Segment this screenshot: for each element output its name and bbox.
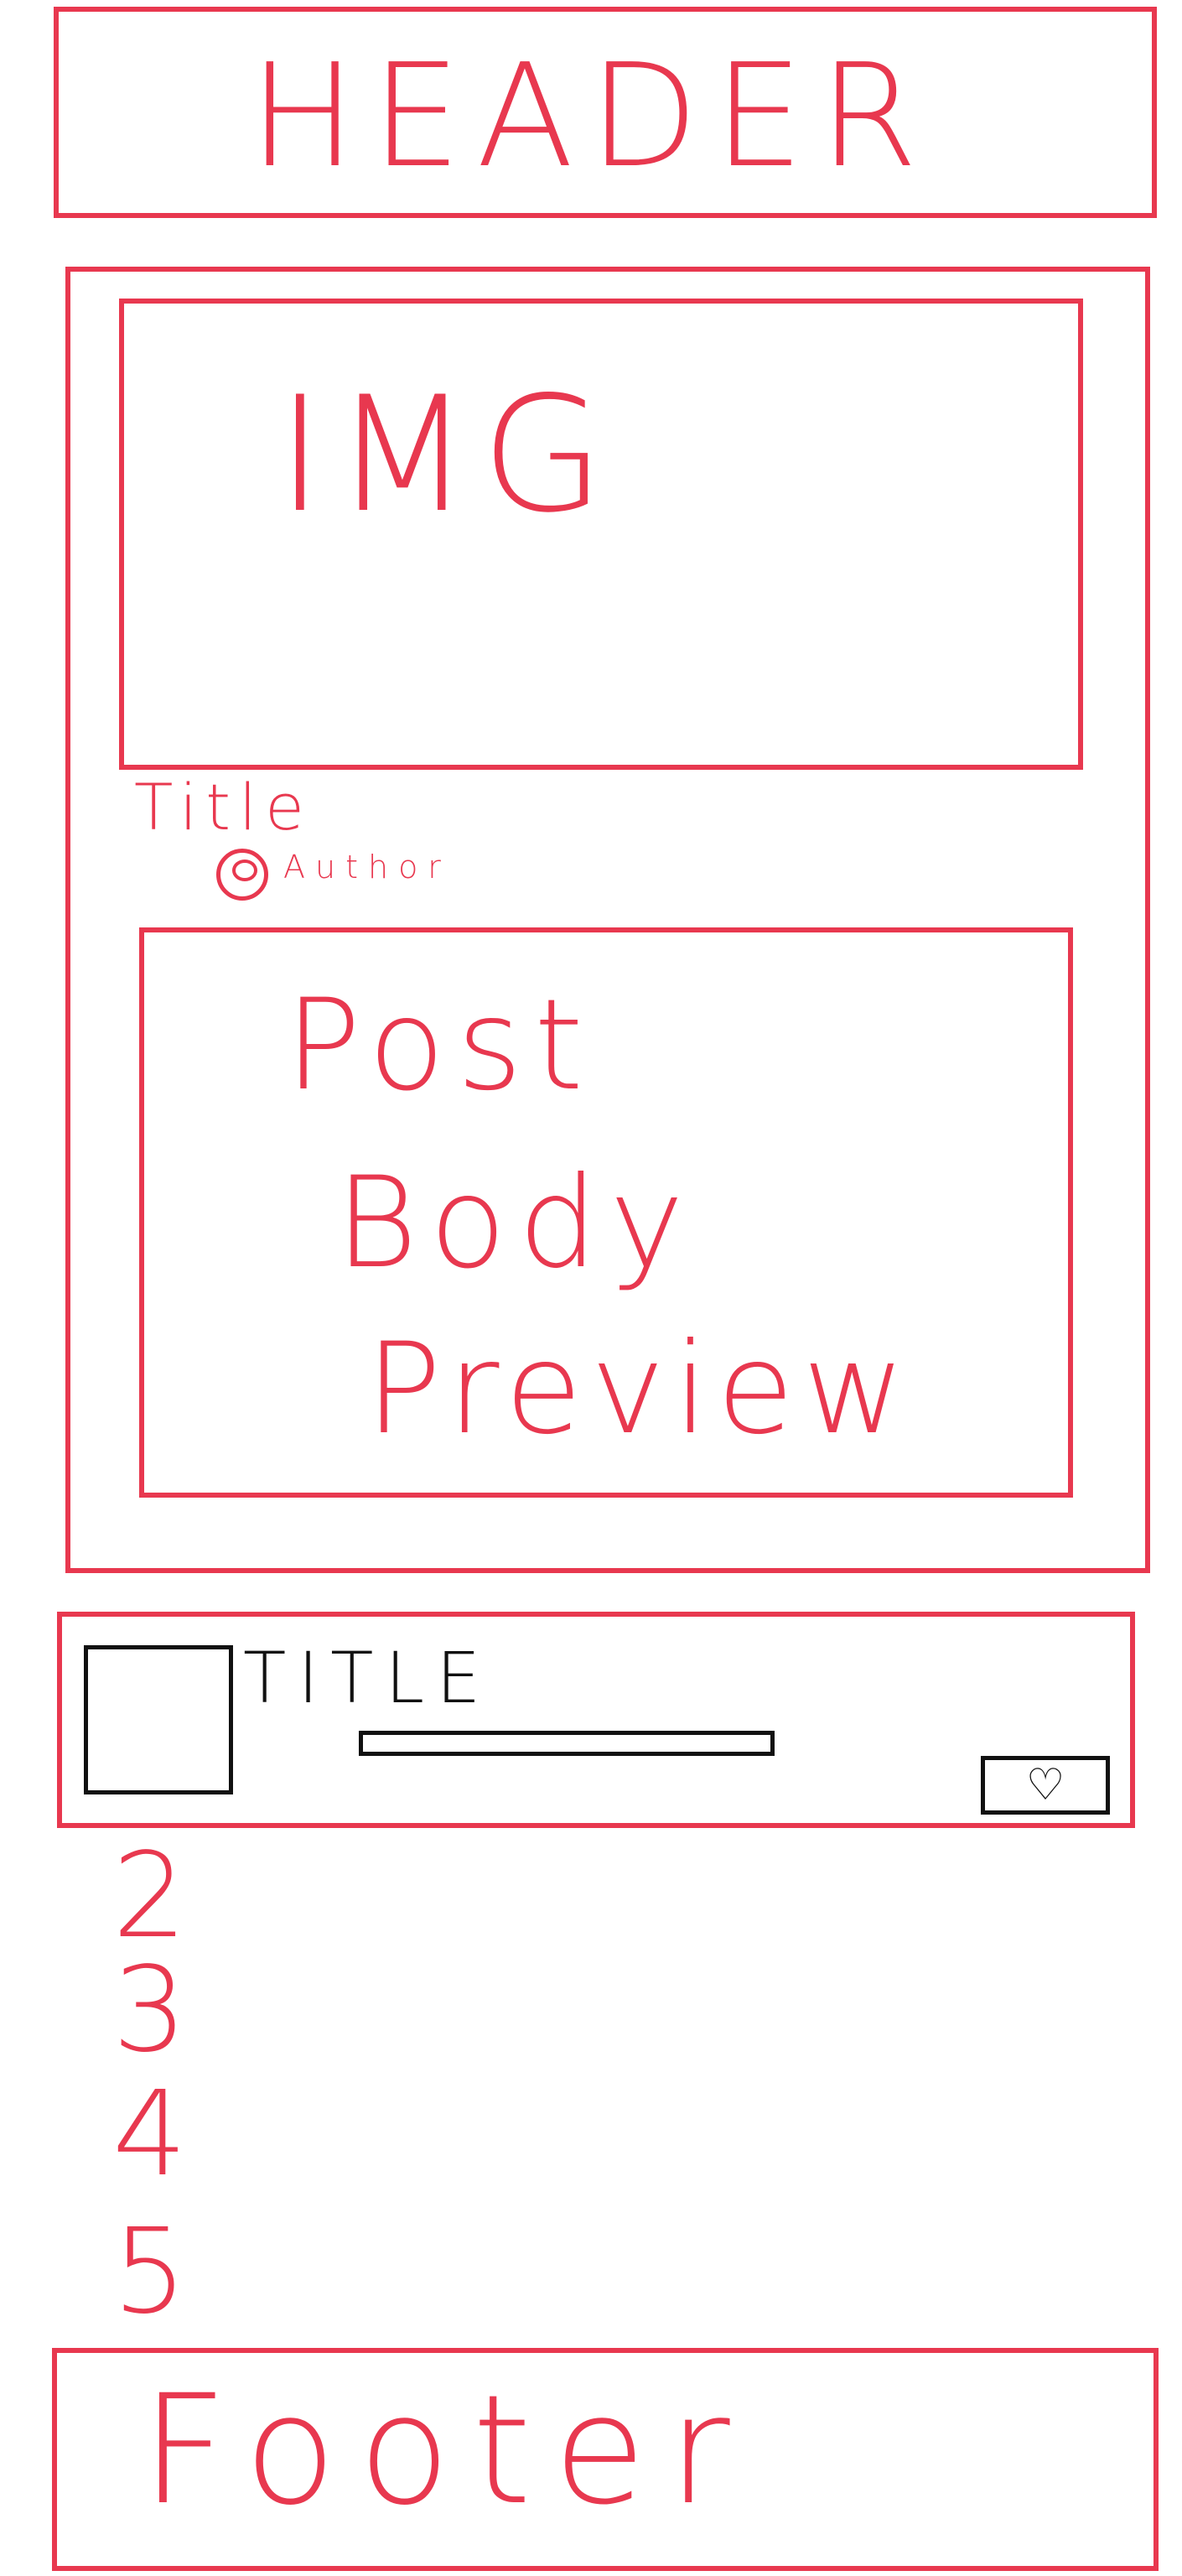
list-item-number[interactable]: 3 [112,1942,187,2079]
like-button[interactable]: ♡ [981,1756,1110,1815]
list-item-number[interactable]: 4 [112,2066,187,2203]
compact-post-thumbnail[interactable] [84,1645,233,1794]
post-author[interactable]: Author [283,849,451,886]
post-title[interactable]: Title [134,770,313,844]
post-body-preview-line: Body [335,1150,696,1296]
post-body-preview-line: Preview [365,1317,914,1462]
header-label: HEADER [249,34,933,200]
heart-icon: ♡ [1025,1760,1065,1810]
footer-label: Footer [141,2363,752,2538]
compact-post-title[interactable]: TITLE [243,1637,492,1719]
post-body-preview-line: Post [285,973,595,1119]
author-avatar-icon [216,849,268,901]
compact-post-text-placeholder [359,1731,775,1756]
post-image-label: IMG [277,362,615,548]
list-item-number[interactable]: 5 [112,2204,187,2340]
